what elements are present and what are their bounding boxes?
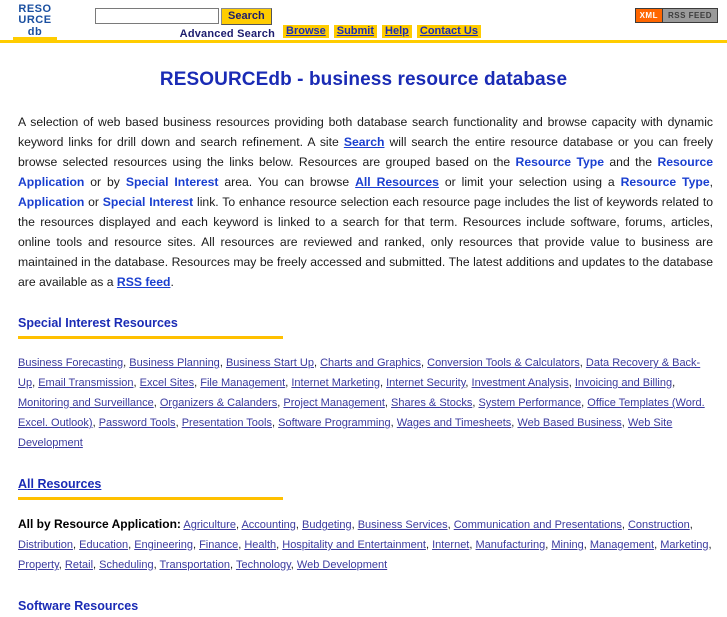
special-interest-link-2[interactable]: Business Start Up: [226, 357, 314, 369]
special-interest-link-7[interactable]: Excel Sites: [140, 377, 194, 389]
all-resources-divider: [18, 497, 283, 500]
resource-application-link-7[interactable]: Education: [79, 539, 128, 551]
special-interest-link-15[interactable]: Project Management: [283, 397, 385, 409]
all-resources-heading: All Resources: [18, 477, 713, 495]
site-logo[interactable]: RESO URCE db: [13, 4, 57, 40]
nav-item-help[interactable]: Help: [382, 25, 412, 38]
search-input[interactable]: [95, 8, 219, 24]
advanced-search-link[interactable]: Advanced Search: [95, 28, 275, 40]
resource-application-link-11[interactable]: Hospitality and Entertainment: [282, 539, 426, 551]
all-resources-heading-link[interactable]: All Resources: [18, 477, 101, 491]
resource-application-link-9[interactable]: Finance: [199, 539, 238, 551]
special-interest-link-12[interactable]: Invoicing and Billing: [575, 377, 672, 389]
resource-application-link-8[interactable]: Engineering: [134, 539, 193, 551]
page-title: RESOURCEdb - business resource database: [159, 69, 568, 90]
resource-application-link-6[interactable]: Distribution: [18, 539, 73, 551]
intro-text-6: or limit your selection using a: [438, 175, 621, 189]
intro-text-7: ,: [709, 175, 713, 189]
list-separator: ,: [689, 519, 693, 531]
search-button[interactable]: Search: [221, 8, 272, 25]
resource-application-link-5[interactable]: Construction: [628, 519, 690, 531]
list-separator: ,: [708, 539, 712, 551]
special-interest-divider: [18, 336, 283, 339]
special-interest-link-8[interactable]: File Management: [200, 377, 285, 389]
top-navigation: Browse Submit Help Contact Us: [283, 25, 481, 38]
link-all-resources[interactable]: All Resources: [355, 175, 439, 189]
special-interest-link-3[interactable]: Charts and Graphics: [320, 357, 421, 369]
link-special-interest-1[interactable]: Special Interest: [126, 175, 219, 189]
special-interest-link-11[interactable]: Investment Analysis: [472, 377, 569, 389]
resource-application-link-21[interactable]: Technology: [236, 559, 291, 571]
resource-application-link-19[interactable]: Scheduling: [99, 559, 153, 571]
header-divider: [0, 40, 727, 43]
intro-text-5: area. You can browse: [218, 175, 356, 189]
special-interest-link-17[interactable]: System Performance: [478, 397, 581, 409]
logo-line-3: db: [13, 26, 57, 40]
resource-application-link-0[interactable]: Agriculture: [183, 519, 236, 531]
special-interest-link-list: Business Forecasting, Business Planning,…: [18, 353, 713, 453]
section-software-resources: Software Resources: [18, 599, 713, 617]
intro-text-3: and the: [604, 155, 658, 169]
special-interest-link-0[interactable]: Business Forecasting: [18, 357, 123, 369]
logo-line-2: URCE: [18, 14, 52, 26]
special-interest-link-20[interactable]: Presentation Tools: [182, 417, 272, 429]
section-special-interest: Special Interest Resources Business Fore…: [18, 316, 713, 453]
special-interest-link-9[interactable]: Internet Marketing: [291, 377, 380, 389]
special-interest-link-1[interactable]: Business Planning: [129, 357, 220, 369]
resource-application-link-16[interactable]: Marketing: [660, 539, 708, 551]
resource-application-link-4[interactable]: Communication and Presentations: [454, 519, 622, 531]
special-interest-link-14[interactable]: Organizers & Calanders: [160, 397, 277, 409]
special-interest-heading: Special Interest Resources: [18, 316, 178, 330]
list-separator: ,: [672, 377, 676, 389]
resource-application-link-20[interactable]: Transportation: [160, 559, 231, 571]
special-interest-link-19[interactable]: Password Tools: [99, 417, 176, 429]
resource-application-link-15[interactable]: Management: [590, 539, 654, 551]
rss-feed-badge[interactable]: XML RSS FEED: [634, 8, 718, 23]
special-interest-link-23[interactable]: Web Based Business: [517, 417, 621, 429]
search-row: Search: [95, 8, 275, 25]
nav-item-submit[interactable]: Submit: [333, 25, 378, 38]
main-content: A selection of web based business resour…: [18, 112, 713, 617]
rss-feed-label: RSS FEED: [661, 9, 717, 22]
intro-paragraph: A selection of web based business resour…: [18, 112, 713, 292]
special-interest-link-16[interactable]: Shares & Stocks: [391, 397, 472, 409]
resource-application-link-10[interactable]: Health: [244, 539, 276, 551]
all-by-resource-application-label: All by Resource Application:: [18, 517, 181, 531]
resource-application-link-18[interactable]: Retail: [65, 559, 93, 571]
resource-application-link-12[interactable]: Internet: [432, 539, 469, 551]
special-interest-link-10[interactable]: Internet Security: [386, 377, 465, 389]
link-search[interactable]: Search: [344, 135, 385, 149]
site-header: RESO URCE db Search Advanced Search Brow…: [0, 0, 727, 40]
special-interest-link-22[interactable]: Wages and Timesheets: [397, 417, 512, 429]
link-application[interactable]: Application: [18, 195, 84, 209]
special-interest-link-13[interactable]: Monitoring and Surveillance: [18, 397, 154, 409]
special-interest-link-6[interactable]: Email Transmission: [38, 377, 133, 389]
resource-application-link-14[interactable]: Mining: [551, 539, 583, 551]
intro-text-10: .: [170, 275, 174, 289]
link-rss-feed[interactable]: RSS feed: [117, 275, 171, 289]
section-all-resources: All Resources All by Resource Applicatio…: [18, 477, 713, 575]
intro-text-8: or: [84, 195, 103, 209]
resource-application-link-3[interactable]: Business Services: [358, 519, 448, 531]
intro-text-4: or by: [84, 175, 126, 189]
nav-item-contact-us[interactable]: Contact Us: [416, 25, 481, 38]
search-area: Search Advanced Search: [95, 8, 275, 40]
special-interest-link-21[interactable]: Software Programming: [278, 417, 391, 429]
resource-application-link-1[interactable]: Accounting: [241, 519, 295, 531]
resource-application-link-2[interactable]: Budgeting: [302, 519, 352, 531]
software-resources-heading: Software Resources: [18, 599, 139, 613]
xml-icon: XML: [635, 9, 662, 22]
resource-application-link-13[interactable]: Manufacturing: [476, 539, 546, 551]
resource-application-link-22[interactable]: Web Development: [297, 559, 387, 571]
resource-application-link-17[interactable]: Property: [18, 559, 59, 571]
link-resource-type-2[interactable]: Resource Type: [621, 175, 710, 189]
link-special-interest-2[interactable]: Special Interest: [103, 195, 193, 209]
special-interest-link-4[interactable]: Conversion Tools & Calculators: [427, 357, 580, 369]
link-resource-type-1[interactable]: Resource Type: [516, 155, 604, 169]
nav-item-browse[interactable]: Browse: [283, 25, 329, 38]
